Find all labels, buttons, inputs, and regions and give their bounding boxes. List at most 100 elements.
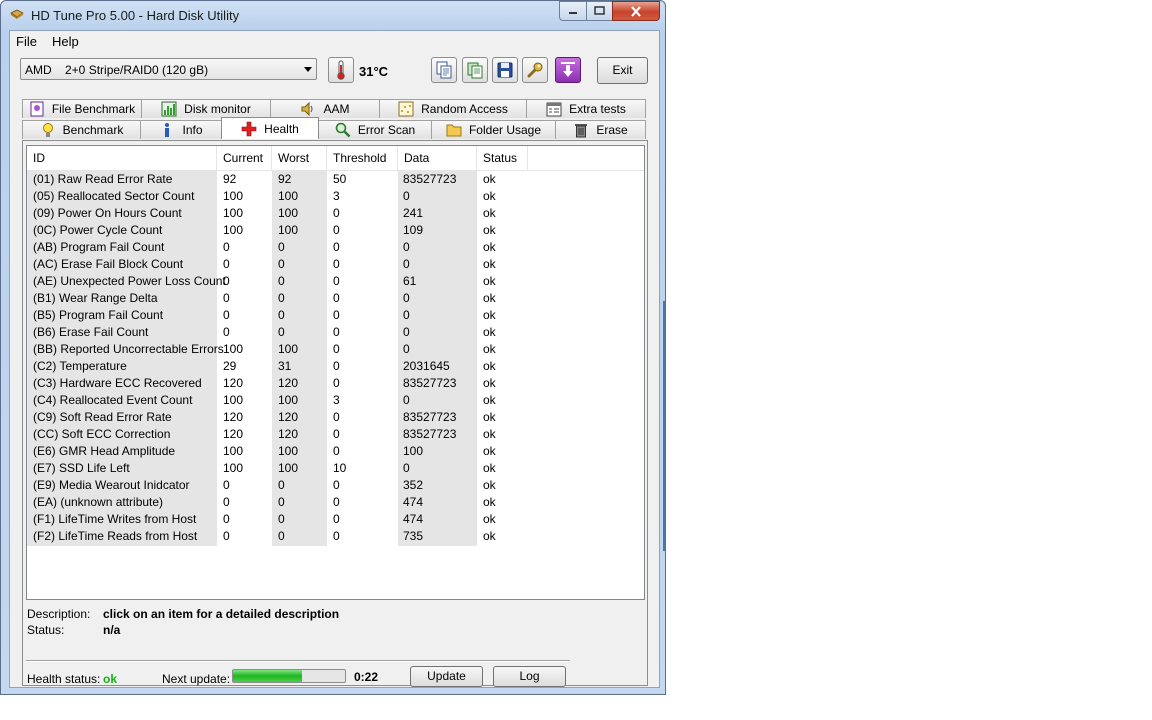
table-row[interactable]: (B1) Wear Range Delta 0 0 0 0 ok [27, 289, 527, 306]
tab-file-benchmark[interactable]: File Benchmark [22, 99, 142, 118]
cell-id: (B6) Erase Fail Count [33, 325, 149, 339]
cell-threshold: 0 [333, 495, 340, 509]
client-area: File Help AMD 2+0 Stripe/RAID0 (120 gB) … [9, 30, 660, 688]
table-row[interactable]: (BB) Reported Uncorrectable Errors 100 100… [27, 340, 527, 357]
table-row[interactable]: (EA) (unknown attribute) 0 0 0 474 ok [27, 493, 527, 510]
menu-help[interactable]: Help [52, 34, 79, 49]
column-header-threshold[interactable]: Threshold [327, 146, 398, 170]
table-row[interactable]: (AB) Program Fail Count 0 0 0 0 ok [27, 238, 527, 255]
table-row[interactable]: (C2) Temperature 29 31 0 2031645 ok [27, 357, 527, 374]
table-row[interactable]: (F1) LifeTime Writes from Host 0 0 0 474 ok [27, 510, 527, 527]
cell-id: (09) Power On Hours Count [33, 206, 182, 220]
tab-folder-usage[interactable]: Folder Usage [431, 120, 556, 139]
cell-current: 100 [223, 189, 244, 203]
table-row[interactable]: (C4) Reallocated Event Count 100 100 3 0 ok [27, 391, 527, 408]
cell-worst: 0 [278, 257, 285, 271]
download-button[interactable] [555, 57, 581, 83]
cell-data: 0 [403, 342, 410, 356]
table-row[interactable]: (E9) Media Wearout Inidcator 0 0 0 352 ok [27, 476, 527, 493]
table-row[interactable]: (09) Power On Hours Count 100 100 0 241 ok [27, 204, 527, 221]
options-button[interactable] [522, 57, 548, 83]
minimize-button[interactable] [559, 1, 587, 21]
cell-id: (C3) Hardware ECC Recovered [33, 376, 202, 390]
column-header-worst[interactable]: Worst [272, 146, 327, 170]
cell-id: (B5) Program Fail Count [33, 308, 164, 322]
cell-current: 0 [223, 257, 230, 271]
table-row[interactable]: (AC) Erase Fail Block Count 0 0 0 0 ok [27, 255, 527, 272]
cell-threshold: 0 [333, 342, 340, 356]
tab-benchmark[interactable]: Benchmark [22, 120, 141, 139]
clipboard-icon [467, 62, 483, 79]
log-button[interactable]: Log [493, 666, 566, 687]
cell-status: ok [483, 206, 496, 220]
column-header-current[interactable]: Current [217, 146, 272, 170]
tab-extra-tests[interactable]: Extra tests [526, 99, 646, 118]
cell-threshold: 0 [333, 325, 340, 339]
menu-bar: File Help [10, 31, 659, 52]
cell-id: (E9) Media Wearout Inidcator [33, 478, 190, 492]
cell-data: 83527723 [403, 410, 457, 424]
table-row[interactable]: (01) Raw Read Error Rate 92 92 50 83527723 ok [27, 170, 527, 187]
tab-info[interactable]: Info [140, 120, 222, 139]
table-row[interactable]: (E6) GMR Head Amplitude 100 100 0 100 ok [27, 442, 527, 459]
cell-current: 0 [223, 325, 230, 339]
table-row[interactable]: (B5) Program Fail Count 0 0 0 0 ok [27, 306, 527, 323]
table-row[interactable]: (B6) Erase Fail Count 0 0 0 0 ok [27, 323, 527, 340]
drive-select[interactable]: AMD 2+0 Stripe/RAID0 (120 gB) [20, 58, 317, 80]
cell-current: 0 [223, 478, 230, 492]
table-row[interactable]: (F2) LifeTime Reads from Host 0 0 0 735 ok [27, 527, 527, 544]
copy-text-button[interactable] [431, 57, 457, 83]
maximize-button[interactable] [586, 1, 613, 21]
cell-worst: 100 [278, 393, 299, 407]
floppy-disk-icon [497, 62, 513, 78]
save-button[interactable] [492, 57, 518, 83]
smart-attributes-table[interactable]: ID Current Worst Threshold Data Status (… [26, 145, 645, 600]
cell-id: (05) Reallocated Sector Count [33, 189, 195, 203]
cell-worst: 120 [278, 427, 299, 441]
cell-id: (F1) LifeTime Writes from Host [33, 512, 197, 526]
copy-screenshot-button[interactable] [462, 57, 488, 83]
update-button[interactable]: Update [410, 666, 483, 687]
table-row[interactable]: (AE) Unexpected Power Loss Count 0 0 0 61 ok [27, 272, 527, 289]
tab-label: Info [182, 123, 203, 137]
menu-file[interactable]: File [16, 34, 37, 49]
wrench-icon [527, 62, 543, 78]
speaker-icon [300, 101, 316, 117]
window-title: HD Tune Pro 5.00 - Hard Disk Utility [31, 8, 240, 23]
column-header-data[interactable]: Data [398, 146, 477, 170]
table-row[interactable]: (E7) SSD Life Left 100 100 10 0 ok [27, 459, 527, 476]
cell-current: 100 [223, 461, 244, 475]
cell-current: 0 [223, 495, 230, 509]
tab-erase[interactable]: Erase [555, 120, 646, 139]
maximize-icon [594, 6, 605, 15]
cell-data: 109 [403, 223, 424, 237]
tab-aam[interactable]: AAM [270, 99, 380, 118]
column-header-status[interactable]: Status [477, 146, 528, 170]
cell-id: (B1) Wear Range Delta [33, 291, 158, 305]
cell-threshold: 0 [333, 444, 340, 458]
column-header-id[interactable]: ID [27, 146, 217, 170]
title-bar[interactable]: HD Tune Pro 5.00 - Hard Disk Utility [1, 1, 665, 29]
cell-worst: 100 [278, 461, 299, 475]
tab-error-scan[interactable]: Error Scan [318, 120, 432, 139]
tab-disk-monitor[interactable]: Disk monitor [141, 99, 271, 118]
table-row[interactable]: (0C) Power Cycle Count 100 100 0 109 ok [27, 221, 527, 238]
table-row[interactable]: (C3) Hardware ECC Recovered 120 120 0 835277… [27, 374, 527, 391]
cell-worst: 0 [278, 495, 285, 509]
cell-current: 0 [223, 274, 230, 288]
cell-id: (E6) GMR Head Amplitude [33, 444, 176, 458]
cell-current: 0 [223, 291, 230, 305]
exit-button[interactable]: Exit [597, 57, 648, 84]
table-row[interactable]: (CC) Soft ECC Correction 120 120 0 83527723 o… [27, 425, 527, 442]
close-button[interactable] [612, 1, 660, 21]
cell-data: 474 [403, 495, 424, 509]
progress-fill [233, 670, 303, 682]
table-row[interactable]: (C9) Soft Read Error Rate 120 120 0 83527723… [27, 408, 527, 425]
tab-random-access[interactable]: Random Access [379, 99, 527, 118]
tab-health[interactable]: Health [221, 117, 319, 139]
table-row[interactable]: (05) Reallocated Sector Count 100 100 3 0 ok [27, 187, 527, 204]
hard-disk-icon [10, 9, 24, 19]
temperature-button[interactable] [328, 57, 354, 83]
disk-monitor-icon [161, 101, 177, 117]
cell-threshold: 0 [333, 478, 340, 492]
